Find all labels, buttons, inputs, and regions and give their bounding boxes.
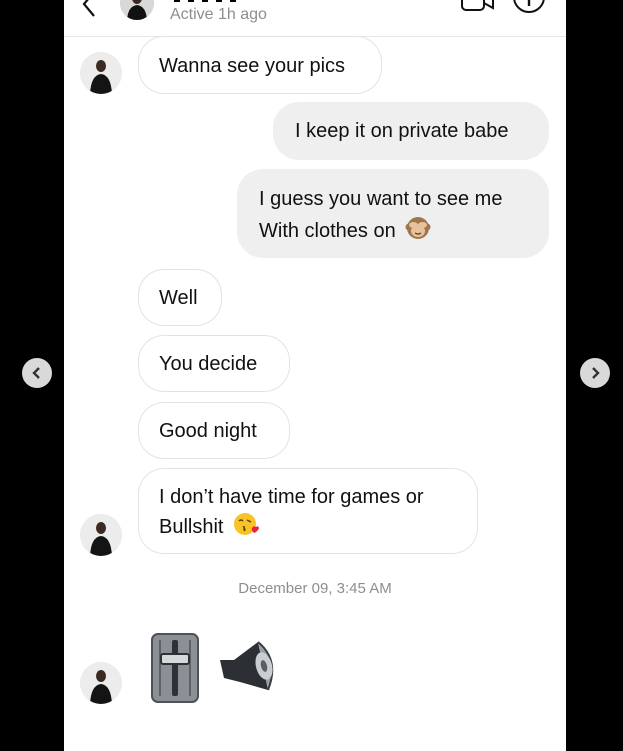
header-avatar[interactable] — [120, 0, 154, 20]
speaker-emoji[interactable] — [214, 638, 280, 700]
incoming-message[interactable]: Well — [138, 269, 222, 326]
previous-slide-button[interactable] — [22, 358, 52, 388]
contact-name-obscured — [174, 0, 244, 2]
image-frame: Active 1h ago Wanna see your pics I keep — [0, 0, 623, 751]
incoming-message[interactable]: I don’t have time for games or Bullshit — [138, 468, 478, 554]
message-text: Good night — [159, 420, 257, 442]
message-timestamp: December 09, 3:45 AM — [238, 580, 392, 597]
info-icon[interactable] — [512, 0, 546, 14]
slider-control-emoji[interactable] — [150, 632, 200, 704]
sender-avatar[interactable] — [80, 662, 122, 704]
video-camera-icon[interactable] — [460, 0, 496, 14]
next-slide-button[interactable] — [580, 358, 610, 388]
message-text-line: I guess you want to see me — [259, 188, 503, 210]
message-text: Well — [159, 287, 198, 309]
message-text-line: I don’t have time for games or — [159, 486, 424, 508]
kissing-face-with-heart-emoji — [234, 513, 260, 535]
message-text: Wanna see your pics — [159, 55, 346, 77]
message-text: I keep it on private babe — [295, 120, 509, 142]
see-no-evil-monkey-emoji — [405, 217, 431, 239]
incoming-message[interactable]: You decide — [138, 335, 290, 392]
outgoing-message[interactable]: I keep it on private babe — [273, 102, 549, 160]
incoming-message[interactable]: Wanna see your pics — [138, 36, 382, 94]
chat-header: Active 1h ago — [64, 0, 566, 37]
sender-avatar[interactable] — [80, 514, 122, 556]
incoming-message[interactable]: Good night — [138, 402, 290, 459]
outgoing-message[interactable]: I guess you want to see me With clothes … — [237, 169, 549, 258]
sender-avatar[interactable] — [80, 52, 122, 94]
message-text: You decide — [159, 353, 258, 375]
chevron-left-icon — [32, 367, 40, 379]
chevron-right-icon — [592, 367, 600, 379]
message-text-line: With clothes on — [259, 220, 396, 242]
back-chevron-icon[interactable] — [76, 0, 106, 18]
active-status: Active 1h ago — [170, 6, 267, 23]
message-text-line: Bullshit — [159, 516, 224, 538]
chat-screen: Active 1h ago Wanna see your pics I keep — [64, 0, 566, 751]
